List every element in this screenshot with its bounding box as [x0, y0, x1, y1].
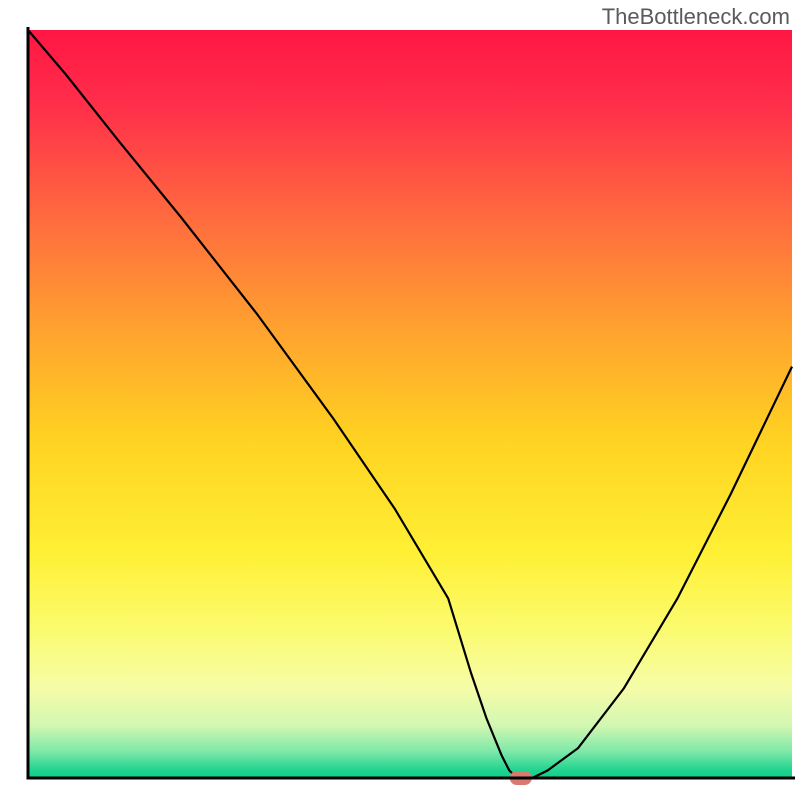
chart-container: TheBottleneck.com [0, 0, 800, 800]
watermark-text: TheBottleneck.com [602, 4, 790, 30]
bottleneck-chart [0, 0, 800, 800]
gradient-background [28, 30, 792, 778]
plot-area [28, 27, 795, 785]
